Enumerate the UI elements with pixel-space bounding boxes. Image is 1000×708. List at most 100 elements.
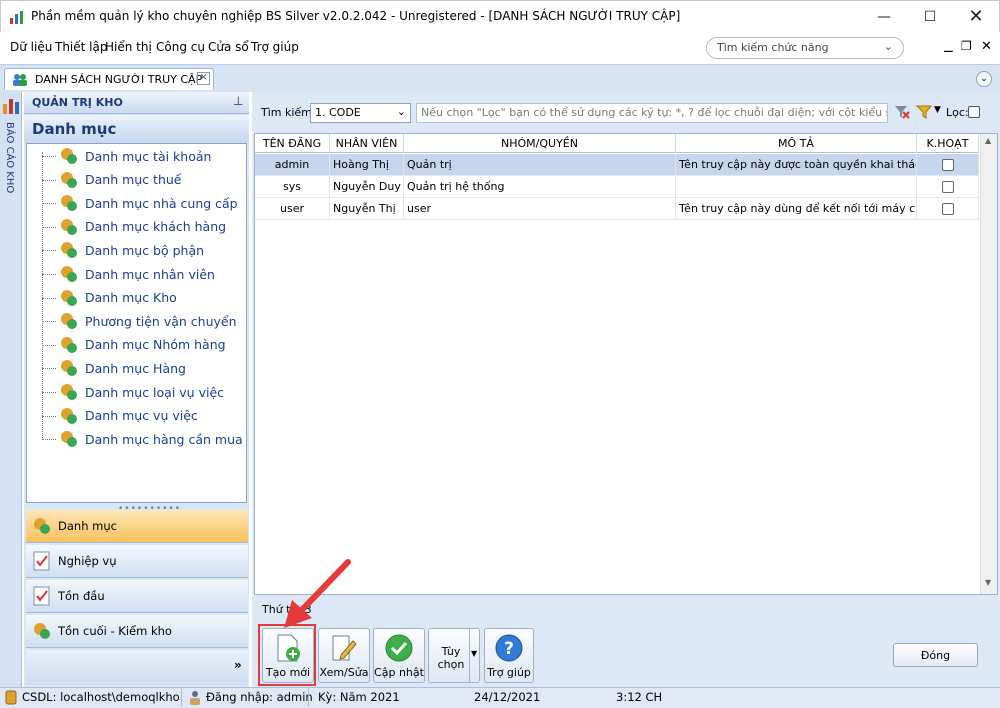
cell-login[interactable]: sys bbox=[255, 176, 330, 198]
tree-item-label: Danh mục loại vụ việc bbox=[85, 384, 225, 400]
tree-item[interactable]: Danh mục loại vụ việc bbox=[42, 381, 225, 403]
help-icon: ? bbox=[495, 634, 523, 662]
gears-icon bbox=[61, 431, 77, 448]
function-search-placeholder: Tìm kiếm chức năng bbox=[717, 41, 829, 54]
tree-item[interactable]: Danh mục hàng cần mua bbox=[42, 428, 243, 450]
search-field-select[interactable]: 1. CODE ⌄ bbox=[310, 103, 411, 123]
pin-icon[interactable]: ⊥ bbox=[233, 94, 243, 108]
tree-item-label: Danh mục khách hàng bbox=[85, 219, 227, 235]
tree-connector bbox=[42, 203, 56, 205]
order-label: Thứ tự: 3 bbox=[262, 603, 312, 616]
chevron-down-icon: ▼ bbox=[471, 649, 478, 658]
svg-text:?: ? bbox=[504, 639, 514, 659]
mdi-restore-icon[interactable]: ❐ bbox=[961, 39, 972, 53]
users-icon bbox=[13, 74, 27, 86]
cell-employee[interactable]: Nguyễn Duy bbox=[330, 176, 404, 198]
cell-desc[interactable]: Tên truy cập này dùng để kết nối tới máy… bbox=[676, 198, 917, 220]
tree-item[interactable]: Danh mục thuế bbox=[42, 169, 181, 191]
column-header-login[interactable]: TÊN ĐĂNG bbox=[255, 134, 330, 153]
cell-group[interactable]: user bbox=[404, 198, 676, 220]
options-dropdown-button[interactable]: Tùy chọn ▼ bbox=[428, 628, 480, 683]
nav-ton-cuoi-kiem-kho[interactable]: Tồn cuối - Kiểm kho bbox=[26, 615, 248, 648]
filter-icon[interactable] bbox=[916, 104, 932, 120]
menu-tro-giup[interactable]: Trợ giúp bbox=[251, 40, 299, 54]
filter-dropdown-chevron-icon[interactable]: ▼ bbox=[934, 105, 941, 115]
tree-item[interactable]: Danh mục khách hàng bbox=[42, 216, 227, 238]
tree-item[interactable]: Phương tiện vận chuyển bbox=[42, 310, 237, 332]
gears-icon bbox=[34, 623, 50, 639]
update-button[interactable]: Cập nhật bbox=[373, 628, 425, 683]
view-edit-button[interactable]: Xem/Sửa bbox=[318, 628, 370, 683]
title-bar: Phần mềm quản lý kho chuyên nghiệp BS Si… bbox=[0, 0, 1000, 32]
nav-nghiep-vu[interactable]: Nghiệp vụ bbox=[26, 545, 248, 578]
report-strip-label[interactable]: BÁO CÁO KHO bbox=[4, 122, 15, 193]
search-input[interactable]: Nếu chọn "Lọc" bạn có thể sử dụng các ký… bbox=[416, 103, 888, 123]
cell-desc[interactable] bbox=[676, 176, 917, 198]
tree-item[interactable]: Danh mục bộ phận bbox=[42, 239, 205, 261]
close-window-button[interactable]: ✕ bbox=[953, 1, 999, 32]
tree-item[interactable]: Danh mục Nhóm hàng bbox=[42, 334, 226, 356]
gears-icon bbox=[61, 313, 77, 330]
filter-checkbox[interactable] bbox=[968, 106, 980, 118]
chevron-down-icon: ⌄ bbox=[396, 105, 406, 118]
mdi-minimize-icon[interactable]: ⚊ bbox=[943, 41, 954, 55]
cell-employee[interactable]: Nguyễn Thị bbox=[330, 198, 404, 220]
cell-employee[interactable]: Hoàng Thị bbox=[330, 154, 404, 176]
tab-danh-sach-nguoi-truy-cap[interactable]: DANH SÁCH NGƯỜI TRUY CẬP ✕ bbox=[4, 68, 214, 90]
help-button[interactable]: ? Trợ giúp bbox=[484, 628, 534, 683]
scroll-down-icon[interactable]: ▼ bbox=[985, 578, 991, 587]
nav-more-chevron-icon[interactable]: » bbox=[234, 658, 242, 672]
active-checkbox[interactable] bbox=[941, 203, 954, 215]
tree-connector bbox=[42, 156, 56, 157]
menu-du-lieu[interactable]: Dữ liệu bbox=[10, 40, 52, 54]
user-icon bbox=[190, 691, 200, 705]
cell-login[interactable]: admin bbox=[255, 154, 330, 176]
status-date: 24/12/2021 bbox=[474, 690, 541, 704]
scroll-up-icon[interactable]: ▲ bbox=[985, 136, 991, 145]
status-divider bbox=[308, 688, 309, 707]
function-search-input[interactable]: Tìm kiếm chức năng ⌄ bbox=[706, 37, 904, 59]
column-header-description[interactable]: MÔ TẢ bbox=[676, 134, 917, 153]
cell-login[interactable]: user bbox=[255, 198, 330, 220]
grid-vertical-scrollbar[interactable]: ▲ ▼ bbox=[980, 134, 997, 594]
nav-danh-muc[interactable]: Danh mục bbox=[26, 510, 248, 543]
close-tab-icon[interactable]: ✕ bbox=[197, 72, 210, 85]
tree-item[interactable]: Danh mục Kho bbox=[42, 287, 177, 309]
tree-connector bbox=[42, 297, 56, 299]
tree-item-label: Danh mục bộ phận bbox=[85, 242, 205, 258]
split-divider bbox=[469, 629, 470, 682]
column-header-employee[interactable]: NHÂN VIÊN bbox=[330, 134, 404, 153]
tree-item[interactable]: Danh mục vụ việc bbox=[42, 405, 198, 427]
tree-item[interactable]: Danh mục nhân viên bbox=[42, 263, 215, 285]
nav-ton-dau[interactable]: Tồn đầu bbox=[26, 580, 248, 613]
column-header-group[interactable]: NHÓM/QUYỀN bbox=[404, 134, 676, 153]
tree-item[interactable]: Danh mục Hàng bbox=[42, 357, 186, 379]
tree-item[interactable]: Danh mục nhà cung cấp bbox=[42, 192, 238, 214]
tab-list-chevron-icon[interactable]: ⌄ bbox=[976, 71, 992, 87]
active-checkbox[interactable] bbox=[941, 159, 954, 171]
menu-hien-thi[interactable]: Hiển thị bbox=[105, 40, 152, 54]
nav-ton-dau-label: Tồn đầu bbox=[58, 589, 105, 603]
nav-ton-cuoi-label: Tồn cuối - Kiểm kho bbox=[58, 624, 172, 638]
left-panel-header: QUẢN TRỊ KHO ⊥ bbox=[24, 92, 249, 114]
minimize-button[interactable]: — bbox=[861, 1, 907, 32]
cell-group[interactable]: Quản trị hệ thống bbox=[404, 176, 676, 198]
doc-tab-label: DANH SÁCH NGƯỜI TRUY CẬP bbox=[35, 73, 203, 86]
maximize-button[interactable]: ☐ bbox=[907, 1, 953, 32]
cell-active bbox=[917, 154, 979, 176]
status-time: 3:12 CH bbox=[616, 690, 663, 704]
close-button[interactable]: Đóng bbox=[893, 643, 978, 667]
mdi-close-icon[interactable]: ✕ bbox=[981, 39, 992, 54]
menu-cua-so[interactable]: Cửa sổ bbox=[208, 40, 249, 54]
tree-connector bbox=[42, 250, 56, 252]
column-header-active[interactable]: K.HOẠT bbox=[917, 134, 979, 153]
menu-thiet-lap[interactable]: Thiết lập bbox=[55, 40, 107, 54]
gears-icon bbox=[61, 171, 77, 188]
cell-desc[interactable]: Tên truy cập này được toàn quyền khai th… bbox=[676, 154, 917, 176]
tree-item[interactable]: Danh mục tài khoản bbox=[42, 145, 211, 167]
gears-icon bbox=[61, 148, 77, 164]
menu-cong-cu[interactable]: Công cụ bbox=[156, 40, 205, 54]
clear-filter-icon[interactable] bbox=[894, 104, 910, 120]
cell-group[interactable]: Quản trị bbox=[404, 154, 676, 176]
active-checkbox[interactable] bbox=[941, 181, 954, 193]
